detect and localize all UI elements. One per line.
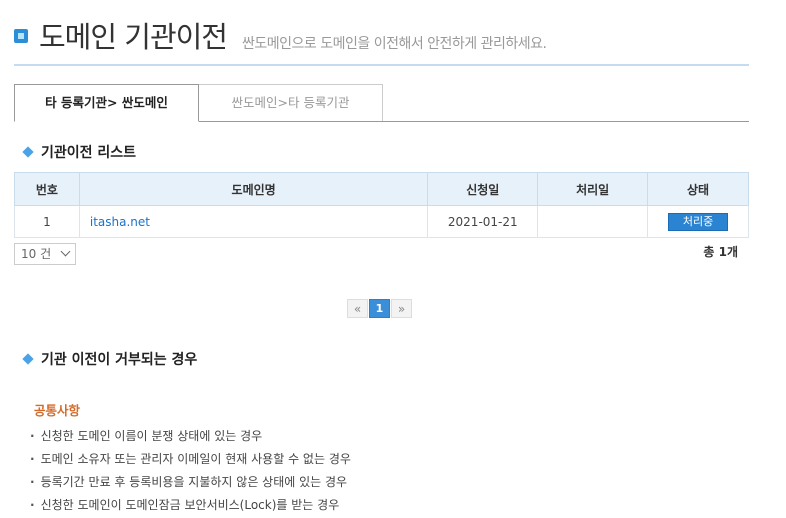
- cell-status: 처리중: [647, 205, 749, 238]
- page-header: 도메인 기관이전 싼도메인으로 도메인을 이전해서 안전하게 관리하세요.: [14, 14, 749, 66]
- per-page-select[interactable]: 10 건: [14, 243, 76, 265]
- list-item: 도메인 소유자 또는 관리자 이메일이 현재 사용할 수 없는 경우: [30, 449, 351, 472]
- tab-transfer-out[interactable]: 싼도메인>타 등록기관: [199, 84, 383, 121]
- col-header-status: 상태: [647, 172, 749, 206]
- list-item: 등록기간 만료 후 등록비용을 지불하지 않은 상태에 있는 경우: [30, 472, 351, 495]
- cell-domain-link[interactable]: itasha.net: [78, 205, 429, 238]
- transfer-list-table: 번호 도메인명 신청일 처리일 상태 1 itasha.net 2021-01-…: [14, 172, 749, 238]
- table-row: 1 itasha.net 2021-01-21 처리중: [14, 205, 749, 238]
- cell-number: 1: [14, 205, 80, 238]
- prev-page-button[interactable]: «: [347, 299, 368, 318]
- col-header-applied: 신청일: [427, 172, 539, 206]
- status-badge: 처리중: [668, 212, 729, 231]
- notice-list: 신청한 도메인 이름이 분쟁 상태에 있는 경우 도메인 소유자 또는 관리자 …: [30, 426, 351, 518]
- cell-applied-date: 2021-01-21: [427, 205, 539, 238]
- page-1-button[interactable]: 1: [369, 299, 390, 318]
- col-header-domain: 도메인명: [78, 172, 429, 206]
- transfer-tabs: 타 등록기관> 싼도메인 싼도메인>타 등록기관: [14, 84, 749, 122]
- total-count: 총 1개: [703, 245, 738, 259]
- tab-transfer-in[interactable]: 타 등록기관> 싼도메인: [14, 84, 199, 122]
- list-section-label: 기관이전 리스트: [41, 145, 137, 161]
- list-item: 신청한 도메인 이름이 분쟁 상태에 있는 경우: [30, 426, 351, 449]
- col-header-number: 번호: [14, 172, 80, 206]
- cell-processed-date: [537, 205, 649, 238]
- table-header-row: 번호 도메인명 신청일 처리일 상태: [14, 172, 749, 206]
- per-page-value: 10 건: [21, 247, 52, 261]
- diamond-bullet-icon: [22, 146, 34, 158]
- chevron-down-icon: [60, 246, 71, 257]
- domain-icon: [14, 29, 28, 43]
- col-header-processed: 처리일: [537, 172, 649, 206]
- page-subtitle: 싼도메인으로 도메인을 이전해서 안전하게 관리하세요.: [242, 36, 547, 52]
- reject-section-title: 기관 이전이 거부되는 경우: [22, 349, 198, 369]
- next-page-button[interactable]: »: [391, 299, 412, 318]
- notice-heading: 공통사항: [34, 403, 81, 418]
- page-title: 도메인 기관이전: [39, 20, 228, 54]
- reject-section-label: 기관 이전이 거부되는 경우: [41, 352, 198, 368]
- diamond-bullet-icon: [22, 353, 34, 365]
- list-section-title: 기관이전 리스트: [22, 142, 137, 162]
